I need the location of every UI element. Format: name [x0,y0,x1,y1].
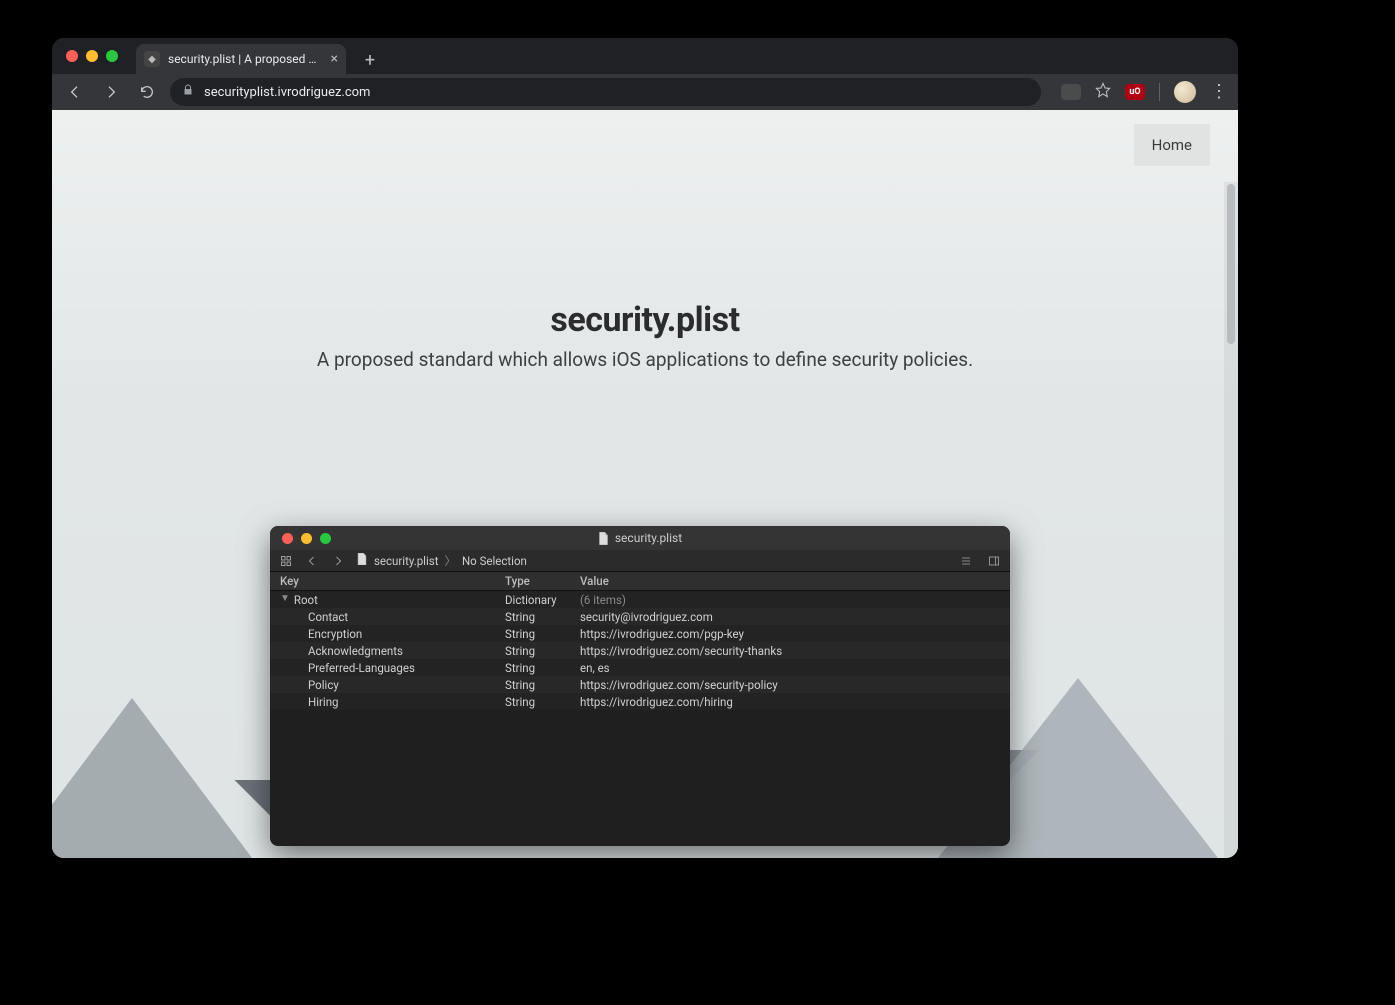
nav-forward-icon[interactable] [330,553,346,569]
breadcrumb-file: security.plist [374,554,438,568]
close-window-button[interactable] [66,50,78,62]
profile-avatar[interactable] [1174,81,1196,103]
page-title: security.plist [52,300,1238,340]
plist-value: https://ivrodriguez.com/security-thanks [580,644,1000,658]
toolbar-separator [1159,83,1160,101]
extension-icon[interactable] [1061,84,1081,100]
browser-window: ◆ security.plist | A proposed stan × + s… [52,38,1238,858]
xcode-titlebar: security.plist [270,526,1010,550]
plist-key: Preferred-Languages [280,661,505,675]
xcode-minimize-button[interactable] [301,533,312,544]
breadcrumb-file-icon [356,553,368,568]
lock-icon [182,84,194,100]
breadcrumb[interactable]: security.plist 〉 No Selection [356,553,527,569]
plist-row[interactable]: HiringStringhttps://ivrodriguez.com/hiri… [270,693,1010,710]
breadcrumb-selection: No Selection [462,554,527,568]
plist-body: ▼Root Dictionary (6 items) ContactString… [270,591,1010,710]
tab-close-icon[interactable]: × [331,52,338,66]
maximize-window-button[interactable] [106,50,118,62]
xcode-window: security.plist security.plist 〉 No Selec… [270,526,1010,846]
plist-row[interactable]: ContactStringsecurity@ivrodriguez.com [270,608,1010,625]
plist-row[interactable]: AcknowledgmentsStringhttps://ivrodriguez… [270,642,1010,659]
plist-key: Contact [280,610,505,624]
hero-section: security.plist A proposed standard which… [52,300,1238,371]
xcode-toolbar: security.plist 〉 No Selection [270,550,1010,572]
browser-tab[interactable]: ◆ security.plist | A proposed stan × [136,44,346,74]
page-viewport: Home security.plist A proposed standard … [52,110,1238,858]
forward-button[interactable] [98,79,124,105]
plist-key: Hiring [280,695,505,709]
plist-value: https://ivrodriguez.com/pgp-key [580,627,1000,641]
menu-button[interactable]: ⋮ [1210,83,1228,101]
plist-key: Acknowledgments [280,644,505,658]
back-button[interactable] [62,79,88,105]
xcode-maximize-button[interactable] [320,533,331,544]
page-scrollbar[interactable] [1224,182,1238,858]
plist-type: String [505,627,580,641]
plist-type: String [505,695,580,709]
plist-value: https://ivrodriguez.com/hiring [580,695,1000,709]
col-key: Key [280,574,505,588]
plist-key: Policy [280,678,505,692]
plist-type: String [505,678,580,692]
nav-home-link[interactable]: Home [1134,124,1210,166]
panel-toggle-icon[interactable] [986,553,1002,569]
plist-value: en, es [580,661,1000,675]
col-type: Type [505,574,580,588]
plist-type: String [505,610,580,624]
address-bar-url: securityplist.ivrodriguez.com [204,85,370,100]
root-value: (6 items) [580,593,1000,607]
minimize-window-button[interactable] [86,50,98,62]
plist-type: String [505,644,580,658]
disclosure-triangle-icon[interactable]: ▼ [280,593,290,604]
root-type: Dictionary [505,593,580,607]
plist-type: String [505,661,580,675]
root-key: Root [294,593,318,607]
plist-value: https://ivrodriguez.com/security-policy [580,678,1000,692]
scrollbar-thumb[interactable] [1227,184,1235,344]
plist-row[interactable]: PolicyStringhttps://ivrodriguez.com/secu… [270,676,1010,693]
decorative-mountain-left [52,698,252,858]
bookmark-star-icon[interactable] [1095,82,1111,102]
plist-key: Encryption [280,627,505,641]
page-subtitle: A proposed standard which allows iOS app… [52,348,1238,371]
chevron-right-icon: 〉 [444,553,456,569]
browser-toolbar: securityplist.ivrodriguez.com uO ⋮ [52,74,1238,110]
toolbar-right: uO ⋮ [1051,81,1228,103]
plist-row[interactable]: EncryptionStringhttps://ivrodriguez.com/… [270,625,1010,642]
plist-row[interactable]: Preferred-LanguagesStringen, es [270,659,1010,676]
file-icon [598,532,609,545]
list-view-icon[interactable] [958,553,974,569]
tab-favicon-icon: ◆ [144,51,160,67]
new-tab-button[interactable]: + [356,46,384,74]
col-value: Value [580,574,1000,588]
xcode-close-button[interactable] [282,533,293,544]
plist-root-row[interactable]: ▼ Root Dictionary (6 items) [270,591,1010,608]
tab-title: security.plist | A proposed stan [168,52,323,66]
grid-view-icon[interactable] [278,553,294,569]
ublock-extension-icon[interactable]: uO [1125,84,1145,100]
browser-tabstrip: ◆ security.plist | A proposed stan × + [52,38,1238,74]
address-bar[interactable]: securityplist.ivrodriguez.com [170,78,1041,106]
plist-value: security@ivrodriguez.com [580,610,1000,624]
plist-header-row: Key Type Value [270,572,1010,591]
nav-back-icon[interactable] [304,553,320,569]
window-controls [60,38,126,74]
xcode-window-title: security.plist [615,531,682,545]
reload-button[interactable] [134,79,160,105]
